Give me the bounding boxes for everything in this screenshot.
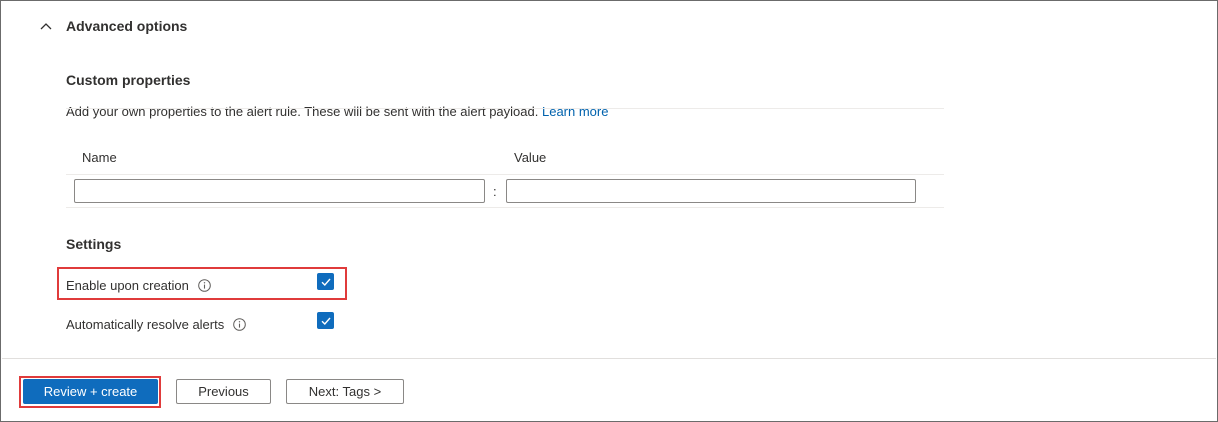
divider (66, 108, 944, 109)
table-divider (66, 174, 944, 175)
footer-divider (2, 358, 1216, 359)
description-text: Add your own properties to the alert rul… (66, 104, 539, 119)
enable-upon-creation-label: Enable upon creation (66, 278, 189, 293)
property-value-input[interactable] (506, 179, 916, 203)
value-column-header: Value (514, 150, 547, 165)
property-name-input[interactable] (74, 179, 485, 203)
advanced-options-panel: Advanced options Custom properties Add y… (0, 0, 1218, 422)
enable-upon-creation-checkbox[interactable] (317, 273, 334, 290)
checkmark-icon (321, 278, 331, 286)
advanced-options-toggle[interactable]: Advanced options (39, 18, 187, 34)
chevron-up-icon (40, 23, 52, 30)
advanced-options-title: Advanced options (66, 18, 188, 34)
auto-resolve-checkbox[interactable] (317, 312, 334, 329)
info-icon (198, 279, 211, 292)
previous-button[interactable]: Previous (176, 379, 271, 404)
name-column-header: Name (82, 150, 117, 165)
info-icon (233, 318, 247, 331)
auto-resolve-row: Automatically resolve alerts (66, 317, 247, 332)
name-value-separator: : (493, 184, 497, 199)
auto-resolve-label: Automatically resolve alerts (66, 317, 225, 332)
review-create-button[interactable]: Review + create (23, 379, 158, 404)
settings-heading: Settings (66, 236, 122, 252)
table-divider-bottom (66, 207, 944, 208)
next-tags-button[interactable]: Next: Tags > (286, 379, 404, 404)
checkmark-icon (321, 317, 331, 325)
custom-properties-description: Add your own properties to the alert rul… (66, 104, 608, 119)
custom-properties-heading: Custom properties (66, 72, 191, 88)
enable-upon-creation-row: Enable upon creation (66, 278, 211, 293)
learn-more-link[interactable]: Learn more (542, 104, 608, 119)
